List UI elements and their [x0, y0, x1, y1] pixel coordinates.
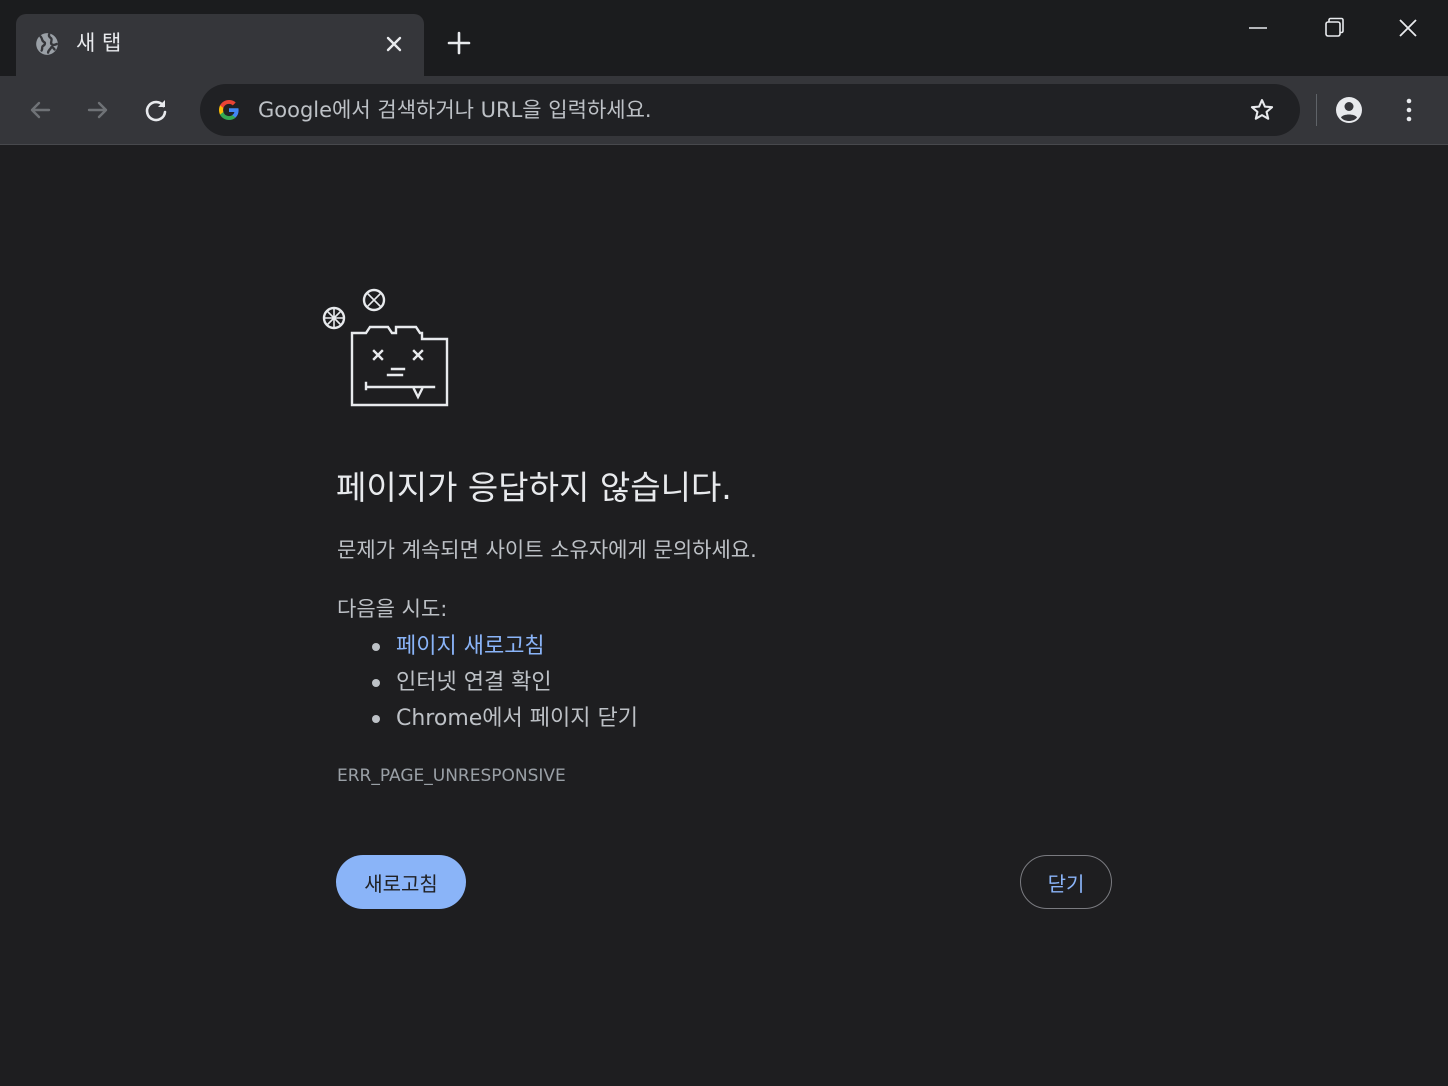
- toolbar: [0, 76, 1448, 145]
- star-icon[interactable]: [1248, 96, 1276, 124]
- unresponsive-page-icon: [322, 288, 449, 407]
- restore-icon[interactable]: [1314, 10, 1354, 46]
- reload-icon[interactable]: [141, 95, 171, 125]
- plus-icon[interactable]: [444, 28, 474, 58]
- tab-title: 새 탭: [76, 31, 122, 55]
- arrow-right-icon[interactable]: [83, 95, 113, 125]
- more-vert-icon[interactable]: [1394, 95, 1424, 125]
- tab-strip: 새 탭: [0, 0, 1448, 76]
- omnibox: [200, 84, 1300, 136]
- omnibox-input[interactable]: [258, 92, 1218, 128]
- toolbar-divider: [1316, 94, 1317, 126]
- close-icon[interactable]: [382, 32, 406, 56]
- close-page-button[interactable]: 닫기: [1020, 855, 1112, 909]
- error-description: 문제가 계속되면 사이트 소유자에게 문의하세요.: [337, 538, 757, 562]
- reload-page-link[interactable]: 페이지 새로고침: [396, 634, 545, 659]
- globe-icon: [36, 33, 58, 55]
- account-icon[interactable]: [1334, 95, 1364, 125]
- suggestion-item: 페이지 새로고침: [372, 629, 638, 665]
- error-code: ERR_PAGE_UNRESPONSIVE: [337, 766, 566, 786]
- suggestion-item: 인터넷 연결 확인: [372, 665, 638, 701]
- suggestion-list: 페이지 새로고침 인터넷 연결 확인 Chrome에서 페이지 닫기: [337, 629, 638, 737]
- reload-button[interactable]: 새로고침: [336, 855, 466, 909]
- check-connection-text: 인터넷 연결 확인: [396, 670, 552, 695]
- minimize-icon[interactable]: [1238, 10, 1278, 46]
- window-close-icon[interactable]: [1388, 10, 1428, 46]
- arrow-left-icon[interactable]: [25, 95, 55, 125]
- close-page-text: Chrome에서 페이지 닫기: [396, 706, 638, 731]
- error-title: 페이지가 응답하지 않습니다.: [336, 468, 732, 507]
- suggestion-item: Chrome에서 페이지 닫기: [372, 701, 638, 737]
- try-label: 다음을 시도:: [337, 597, 448, 621]
- tab-new-tab[interactable]: 새 탭: [16, 14, 424, 76]
- google-logo-icon: [219, 100, 239, 120]
- error-page: 페이지가 응답하지 않습니다. 문제가 계속되면 사이트 소유자에게 문의하세요…: [0, 145, 1448, 1086]
